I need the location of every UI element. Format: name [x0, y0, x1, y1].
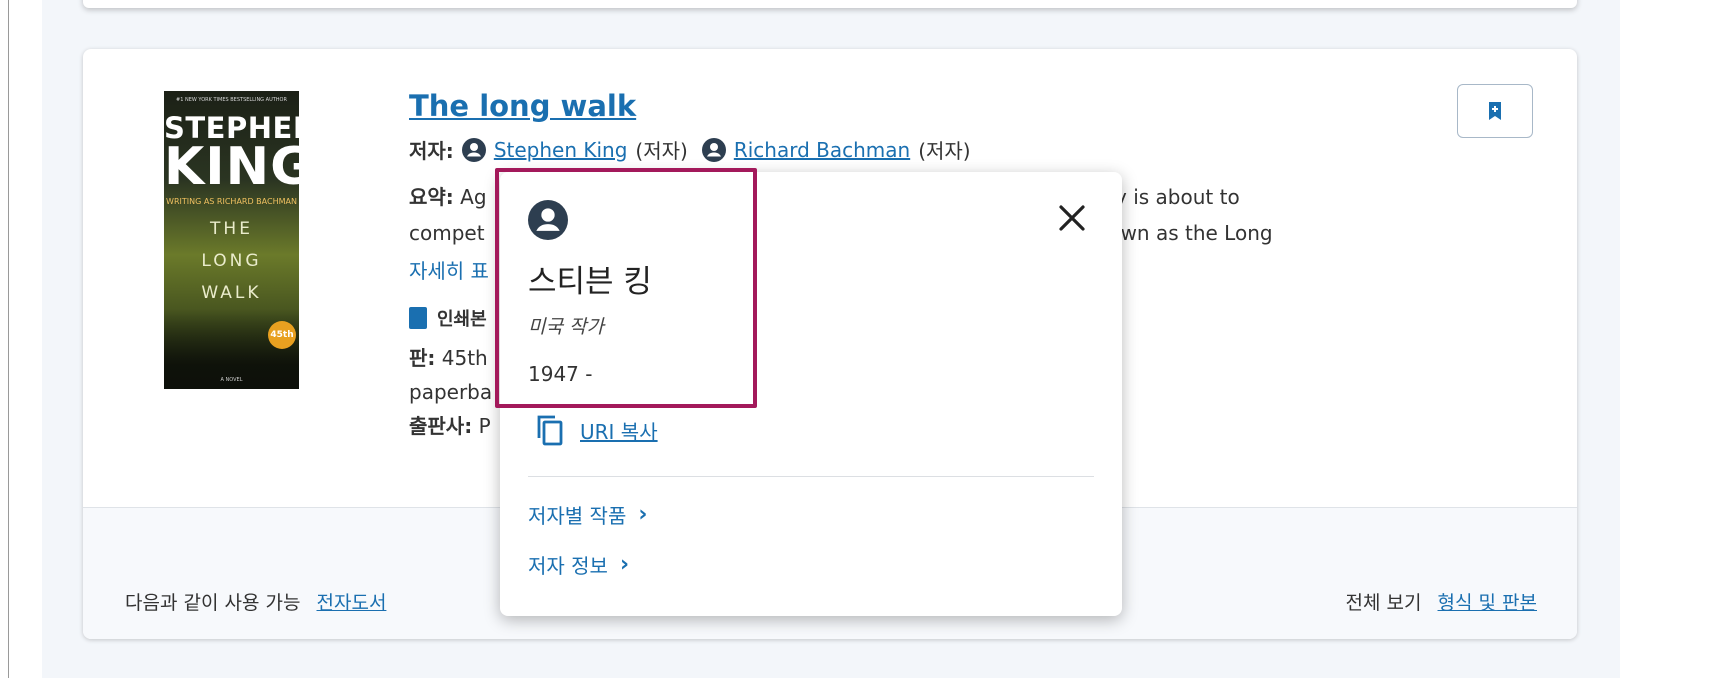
read-more-link[interactable]: 자세히 표 — [409, 255, 489, 284]
copy-icon — [537, 415, 563, 446]
binding-value: paperba — [409, 380, 493, 404]
cover-title-line: LONG — [201, 251, 262, 271]
publisher-label: 출판사: — [409, 414, 473, 438]
author-name: 스티븐 킹 — [528, 264, 652, 300]
chevron-right-icon: › — [638, 502, 648, 527]
format-label: 인쇄본 — [437, 309, 487, 330]
edition-value: 45th — [441, 346, 488, 370]
cover-writing-as: WRITING AS RICHARD BACHMAN — [166, 197, 297, 206]
book-title-link[interactable]: The long walk — [409, 89, 636, 123]
cover-anniversary-badge: 45th — [268, 321, 296, 349]
chevron-right-icon: › — [619, 552, 630, 577]
view-all: 전체 보기 형식 및 판본 — [1346, 588, 1538, 615]
works-by-author-link[interactable]: 저자별 작품 › — [528, 500, 647, 529]
edition-block: 판: 45th paperba 출판사: P — [409, 341, 492, 443]
authors-line: 저자: Stephen King (저자) Richard Bachman (저… — [409, 135, 985, 164]
cover-title-line: THE — [210, 219, 253, 239]
author-info-label: 저자 정보 — [528, 554, 608, 578]
format-line: 인쇄본 — [409, 305, 487, 331]
authors-label: 저자: — [409, 139, 454, 163]
author-role: (저자) — [918, 139, 971, 163]
author-link-richard-bachman[interactable]: Richard Bachman — [734, 138, 910, 162]
author-years: 1947 - — [528, 362, 593, 386]
cover-title-line: WALK — [201, 283, 262, 303]
author-description: 미국 작가 — [528, 316, 604, 338]
person-icon — [461, 137, 486, 162]
availability: 다음과 같이 사용 가능 전자도서 — [125, 588, 386, 615]
author-popup: 스티븐 킹 미국 작가 1947 - URI 복사 저자별 작품 › 저자 정보… — [500, 172, 1122, 616]
summary-line1-start: Ag — [460, 185, 487, 209]
cover-author-last: KING — [164, 137, 299, 197]
book-cover-image[interactable]: #1 NEW YORK TIMES BESTSELLING AUTHOR STE… — [164, 91, 299, 389]
previous-result-card — [83, 0, 1577, 8]
author-info-link[interactable]: 저자 정보 › — [528, 550, 629, 579]
summary-label: 요약: — [409, 185, 454, 209]
view-all-text: 전체 보기 — [1345, 592, 1422, 614]
cover-top-text: #1 NEW YORK TIMES BESTSELLING AUTHOR — [176, 97, 287, 103]
author-role: (저자) — [635, 139, 688, 163]
close-button[interactable] — [1052, 198, 1092, 238]
popup-divider — [528, 476, 1094, 477]
person-icon — [701, 137, 726, 162]
ebook-link[interactable]: 전자도서 — [317, 592, 387, 614]
bookmark-button[interactable] — [1457, 84, 1533, 138]
cover-bottom-text: A NOVEL — [220, 377, 243, 383]
works-by-author-label: 저자별 작품 — [528, 504, 627, 528]
formats-editions-link[interactable]: 형식 및 판본 — [1438, 592, 1537, 614]
book-icon — [409, 307, 427, 329]
edition-label: 판: — [409, 346, 436, 370]
summary-line2-end: wn as the Long — [1120, 221, 1273, 245]
close-icon — [1059, 205, 1085, 231]
publisher-value: P — [478, 414, 491, 438]
person-icon — [528, 200, 568, 240]
author-link-stephen-king[interactable]: Stephen King — [494, 138, 628, 162]
bookmark-icon — [1489, 102, 1501, 120]
summary-line2-start: compet — [409, 221, 485, 245]
copy-uri-button[interactable]: URI 복사 — [536, 414, 658, 446]
availability-text: 다음과 같이 사용 가능 — [125, 592, 301, 614]
copy-uri-label: URI 복사 — [580, 419, 658, 444]
